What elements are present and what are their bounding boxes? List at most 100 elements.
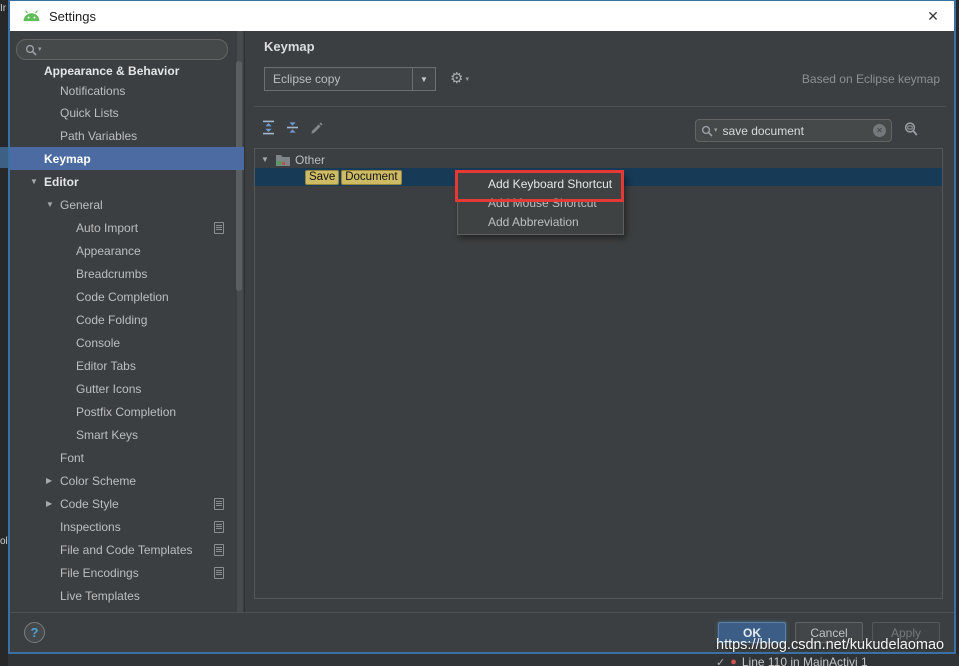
sidebar-item-notifications[interactable]: Notifications — [10, 81, 236, 101]
sidebar-item-label: Postfix Completion — [76, 405, 176, 419]
menu-item-add-abbreviation[interactable]: Add Abbreviation — [458, 213, 623, 232]
sidebar-item-code-style[interactable]: ▶Code Style — [10, 492, 236, 515]
search-filter-caret-icon[interactable]: ▾ — [714, 127, 718, 134]
menu-item-add-keyboard-shortcut[interactable]: Add Keyboard Shortcut — [458, 175, 623, 194]
settings-search-input[interactable]: ▾ — [16, 39, 228, 60]
background-status-text: Line 110 in MainActivi 1 — [742, 655, 868, 666]
edit-shortcut-button[interactable] — [308, 119, 324, 135]
keymap-scheme-select[interactable]: Eclipse copy ▼ — [264, 67, 436, 91]
sidebar-item-label: Keymap — [44, 152, 91, 166]
close-icon[interactable]: ✕ — [924, 8, 942, 25]
settings-sidebar: ▾ Appearance & Behavior Notifications Quic… — [10, 31, 245, 612]
sidebar-item-label: Breadcrumbs — [76, 267, 147, 281]
sidebar-item-label: Auto Import — [76, 221, 138, 235]
collapse-all-button[interactable] — [284, 119, 300, 135]
context-menu: Add Keyboard ShortcutAdd Mouse ShortcutA… — [457, 172, 624, 235]
settings-modified-icon — [214, 222, 224, 234]
keymap-toolbar — [260, 119, 324, 135]
sidebar-item-label: Path Variables — [60, 129, 137, 143]
sidebar-item-label: Notifications — [60, 84, 125, 98]
gear-icon: ⚙ — [450, 69, 463, 89]
expand-all-button[interactable] — [260, 119, 276, 135]
chevron-right-icon[interactable]: ▶ — [46, 476, 60, 485]
sidebar-scrollbar[interactable] — [237, 31, 243, 612]
scheme-row: Eclipse copy ▼ ⚙ ▾ Based on Eclipse keym… — [264, 67, 940, 91]
sidebar-item-label: Console — [76, 336, 120, 350]
settings-modified-icon — [214, 544, 224, 556]
search-icon — [25, 44, 37, 56]
android-studio-icon — [22, 9, 41, 23]
settings-modified-icon — [214, 521, 224, 533]
match-highlight-chip: Document — [341, 170, 401, 185]
screen: Ir ol ✓ ● Line 110 in MainActivi 1 Setti… — [0, 0, 959, 666]
sidebar-item-keymap[interactable]: Keymap — [10, 147, 244, 170]
search-filter-caret-icon[interactable]: ▾ — [38, 46, 42, 53]
sidebar-item-smart-keys[interactable]: Smart Keys — [10, 423, 236, 446]
chevron-down-icon[interactable]: ▼ — [412, 68, 435, 90]
sidebar-item-file-and-code-templates[interactable]: File and Code Templates — [10, 538, 236, 561]
sidebar-item-label: Editor — [44, 175, 79, 189]
background-selection-row — [0, 147, 8, 168]
sidebar-item-code-completion[interactable]: Code Completion — [10, 285, 236, 308]
find-actions-by-shortcut-button[interactable] — [902, 121, 920, 143]
folder-group-icon — [275, 153, 291, 166]
match-highlight-chip: Save — [305, 170, 339, 185]
sidebar-item-label: Gutter Icons — [76, 382, 141, 396]
keymap-panel: Keymap Eclipse copy ▼ ⚙ ▾ Based on Eclip… — [246, 31, 954, 612]
sidebar-item-color-scheme[interactable]: ▶Color Scheme — [10, 469, 236, 492]
sidebar-item-gutter-icons[interactable]: Gutter Icons — [10, 377, 236, 400]
checkmark-icon: ✓ — [716, 656, 725, 666]
sidebar-item-auto-import[interactable]: Auto Import — [10, 216, 236, 239]
sidebar-item-breadcrumbs[interactable]: Breadcrumbs — [10, 262, 236, 285]
gear-caret-icon: ▾ — [465, 76, 469, 83]
background-code-fragment: ol — [0, 536, 8, 547]
sidebar-item-quick-lists[interactable]: Quick Lists — [10, 101, 236, 124]
watermark-text: https://blog.csdn.net/kukudelaomao — [716, 637, 944, 653]
sidebar-item-editor[interactable]: ▼Editor — [10, 170, 236, 193]
sidebar-item-path-variables[interactable]: Path Variables — [10, 124, 236, 147]
help-button[interactable]: ? — [24, 622, 45, 643]
sidebar-item-label: Editor Tabs — [76, 359, 136, 373]
clear-search-icon[interactable]: ✕ — [873, 124, 886, 137]
sidebar-item-label: General — [60, 198, 103, 212]
sidebar-item-label: Code Style — [60, 497, 119, 511]
sidebar-item-general[interactable]: ▼General — [10, 193, 236, 216]
tree-group-row[interactable]: ▼ Other — [255, 151, 942, 168]
help-icon: ? — [31, 625, 39, 640]
sidebar-item-file-encodings[interactable]: File Encodings — [10, 561, 236, 584]
chevron-right-icon[interactable]: ▶ — [46, 499, 60, 508]
sidebar-item-appearance[interactable]: Appearance — [10, 239, 236, 262]
expand-all-icon — [261, 120, 276, 135]
sidebar-item-postfix-completion[interactable]: Postfix Completion — [10, 400, 236, 423]
chevron-down-icon[interactable]: ▼ — [46, 200, 60, 209]
sidebar-item-label: File Encodings — [60, 566, 139, 580]
chevron-down-icon[interactable]: ▼ — [261, 155, 275, 164]
menu-item-add-mouse-shortcut[interactable]: Add Mouse Shortcut — [458, 194, 623, 213]
sidebar-item-label: File and Code Templates — [60, 543, 193, 557]
keymap-search-input[interactable]: ▾ save document ✕ — [695, 119, 892, 142]
search-query-text: save document — [723, 124, 872, 138]
background-code-fragment: Ir — [0, 3, 6, 14]
sidebar-item-code-folding[interactable]: Code Folding — [10, 308, 236, 331]
sidebar-item-font[interactable]: Font — [10, 446, 236, 469]
sidebar-item-live-templates[interactable]: Live Templates — [10, 584, 236, 607]
titlebar: Settings ✕ — [10, 1, 954, 31]
sidebar-item-label: Appearance — [76, 244, 141, 258]
window-title: Settings — [49, 9, 96, 24]
search-icon — [701, 125, 713, 137]
sidebar-item-label: Smart Keys — [76, 428, 138, 442]
settings-dialog: Settings ✕ ▾ Appearance & Behavior Notifi… — [8, 0, 956, 654]
scheme-actions-button[interactable]: ⚙ ▾ — [450, 69, 469, 89]
page-title: Keymap — [264, 39, 315, 54]
separator — [254, 106, 946, 107]
sidebar-item-label: Code Folding — [76, 313, 147, 327]
sidebar-item-label: Appearance & Behavior — [44, 64, 179, 78]
sidebar-item-appearance-behavior[interactable]: Appearance & Behavior — [10, 61, 236, 81]
sidebar-item-console[interactable]: Console — [10, 331, 236, 354]
sidebar-item-inspections[interactable]: Inspections — [10, 515, 236, 538]
sidebar-item-label: Inspections — [60, 520, 121, 534]
chevron-down-icon[interactable]: ▼ — [30, 177, 44, 186]
dialog-body: ▾ Appearance & Behavior Notifications Quic… — [10, 31, 954, 612]
sidebar-scrollbar-thumb[interactable] — [236, 61, 242, 291]
sidebar-item-editor-tabs[interactable]: Editor Tabs — [10, 354, 236, 377]
